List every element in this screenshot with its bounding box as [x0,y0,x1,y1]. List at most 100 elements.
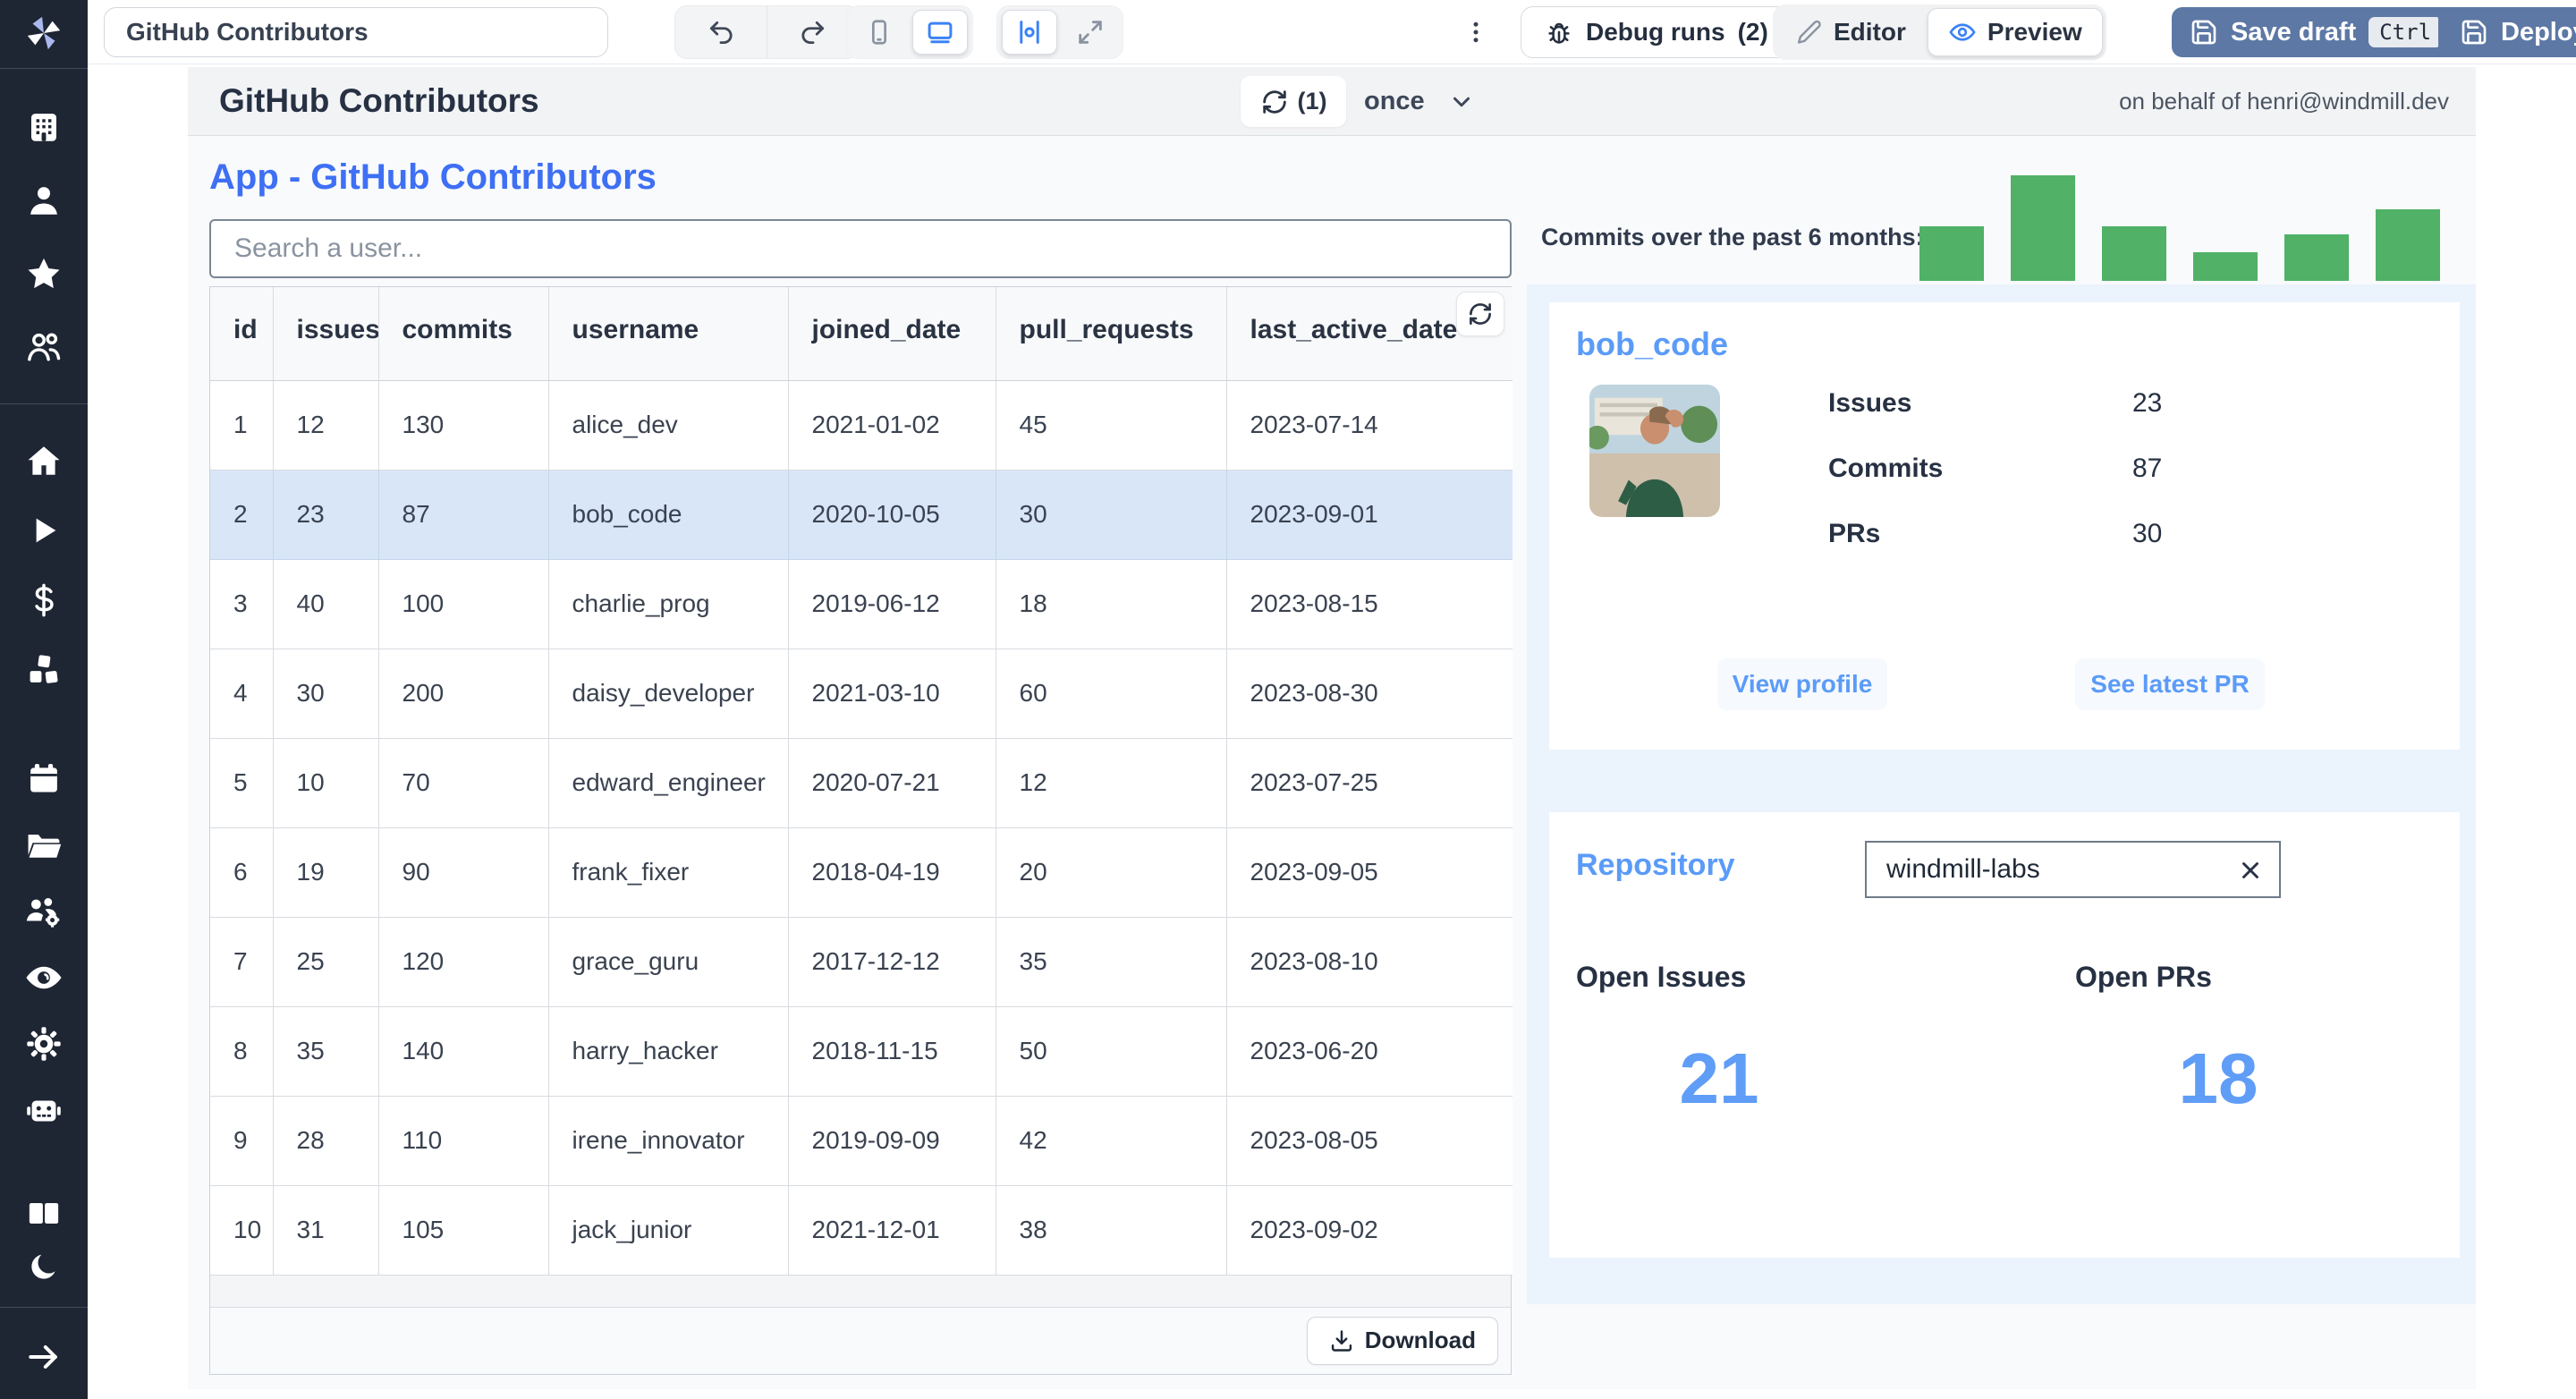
table-cell[interactable]: 10 [210,1185,274,1276]
table-cell[interactable]: 2019-06-12 [788,559,996,649]
table-cell[interactable]: grace_guru [548,917,789,1007]
table-cell[interactable]: 9 [210,1096,274,1186]
table-cell[interactable]: jack_junior [548,1185,789,1276]
table-cell[interactable]: 7 [210,917,274,1007]
table-cell[interactable]: 30 [996,470,1227,560]
table-row[interactable]: 7 25 120 grace_guru 2017-12-12 35 2023-08-10 [210,917,1513,1007]
table-cell[interactable]: 38 [996,1185,1227,1276]
schedule-dropdown[interactable]: once [1364,67,1475,136]
table-cell[interactable]: 40 [273,559,379,649]
table-cell[interactable]: 12 [996,738,1227,828]
table-cell[interactable]: edward_engineer [548,738,789,828]
table-cell[interactable]: 30 [273,649,379,739]
table-cell[interactable]: 50 [996,1006,1227,1097]
table-cell[interactable]: 2021-03-10 [788,649,996,739]
table-cell[interactable]: 4 [210,649,274,739]
table-cell[interactable]: 12 [273,380,379,471]
table-cell[interactable]: alice_dev [548,380,789,471]
table-cell[interactable]: 60 [996,649,1227,739]
table-cell[interactable]: 42 [996,1096,1227,1186]
table-cell[interactable]: 105 [378,1185,549,1276]
table-cell[interactable]: 2023-09-02 [1226,1185,1513,1276]
table-cell[interactable]: 20 [996,827,1227,918]
calendar-icon[interactable] [23,759,64,800]
table-cell[interactable]: 200 [378,649,549,739]
table-cell[interactable]: 45 [996,380,1227,471]
arrow-right-icon[interactable] [23,1336,64,1378]
play-icon[interactable] [23,510,64,551]
table-row[interactable]: 8 35 140 harry_hacker 2018-11-15 50 2023-06-20 [210,1006,1513,1097]
table-cell[interactable]: 2020-07-21 [788,738,996,828]
table-cell[interactable]: 2021-01-02 [788,380,996,471]
workers-icon[interactable] [23,891,64,932]
table-row[interactable]: 5 10 70 edward_engineer 2020-07-21 12 2023-07-… [210,738,1513,828]
table-cell[interactable]: 2017-12-12 [788,917,996,1007]
windmill-logo[interactable] [23,13,64,54]
table-cell[interactable]: 2023-07-25 [1226,738,1513,828]
table-cell[interactable]: 2019-09-09 [788,1096,996,1186]
table-row[interactable]: 9 28 110 irene_innovator 2019-09-09 42 2023-08… [210,1096,1513,1186]
table-row[interactable]: 10 31 105 jack_junior 2021-12-01 38 2023-09-02 [210,1185,1513,1276]
table-cell[interactable]: 2023-08-30 [1226,649,1513,739]
eye-icon[interactable] [23,957,64,998]
moon-icon[interactable] [23,1246,64,1287]
table-cell[interactable]: charlie_prog [548,559,789,649]
table-cell[interactable]: 140 [378,1006,549,1097]
table-cell[interactable]: 23 [273,470,379,560]
group-icon[interactable] [23,326,64,368]
table-row[interactable]: 6 19 90 frank_fixer 2018-04-19 20 2023-09-05 [210,827,1513,918]
gear-icon[interactable] [23,1023,64,1064]
table-cell[interactable]: 87 [378,470,549,560]
table-cell[interactable]: daisy_developer [548,649,789,739]
table-cell[interactable]: 2023-08-05 [1226,1096,1513,1186]
table-cell[interactable]: 35 [996,917,1227,1007]
table-cell[interactable]: 28 [273,1096,379,1186]
clear-input-button[interactable] [2234,854,2267,886]
table-cell[interactable]: frank_fixer [548,827,789,918]
download-button[interactable]: Download [1306,1316,1498,1365]
folder-icon[interactable] [23,825,64,866]
home-icon[interactable] [23,440,64,481]
table-cell[interactable]: 120 [378,917,549,1007]
see-latest-pr-button[interactable]: See latest PR [2075,658,2265,710]
redo-button[interactable] [767,6,859,58]
table-cell[interactable]: 100 [378,559,549,649]
table-cell[interactable]: 2023-09-01 [1226,470,1513,560]
table-cell[interactable]: 2020-10-05 [788,470,996,560]
table-cell[interactable]: 3 [210,559,274,649]
table-cell[interactable]: harry_hacker [548,1006,789,1097]
repository-input[interactable] [1867,843,2279,896]
table-cell[interactable]: 5 [210,738,274,828]
table-cell[interactable]: 90 [378,827,549,918]
table-cell[interactable]: 31 [273,1185,379,1276]
table-cell[interactable]: irene_innovator [548,1096,789,1186]
cubes-icon[interactable] [23,649,64,691]
user-icon[interactable] [23,180,64,221]
tab-editor[interactable]: Editor [1776,8,1926,56]
table-cell[interactable]: 2 [210,470,274,560]
tab-preview[interactable]: Preview [1927,8,2103,56]
table-cell[interactable]: 2023-06-20 [1226,1006,1513,1097]
center-align-toggle[interactable] [1002,10,1057,55]
table-cell[interactable]: 2018-04-19 [788,827,996,918]
view-profile-button[interactable]: View profile [1717,658,1887,710]
search-input[interactable] [209,219,1512,278]
kebab-menu-icon[interactable] [1458,11,1494,54]
deploy-button[interactable]: Deploy [2438,7,2576,57]
table-row[interactable]: 4 30 200 daisy_developer 2021-03-10 60 2023-08… [210,649,1513,739]
undo-button[interactable] [675,6,767,58]
mobile-view-toggle[interactable] [852,10,907,55]
table-cell[interactable]: 1 [210,380,274,471]
table-cell[interactable]: 8 [210,1006,274,1097]
table-cell[interactable]: 18 [996,559,1227,649]
table-cell[interactable]: 2021-12-01 [788,1185,996,1276]
app-refresh-button[interactable]: (1) [1241,76,1346,127]
table-cell[interactable]: 25 [273,917,379,1007]
table-cell[interactable]: 2018-11-15 [788,1006,996,1097]
table-row[interactable]: 2 23 87 bob_code 2020-10-05 30 2023-09-01 [210,470,1513,560]
table-cell[interactable]: 2023-08-15 [1226,559,1513,649]
table-row[interactable]: 1 12 130 alice_dev 2021-01-02 45 2023-07-14 [210,380,1513,471]
building-icon[interactable] [23,106,64,148]
robot-icon[interactable] [23,1090,64,1131]
table-cell[interactable]: bob_code [548,470,789,560]
